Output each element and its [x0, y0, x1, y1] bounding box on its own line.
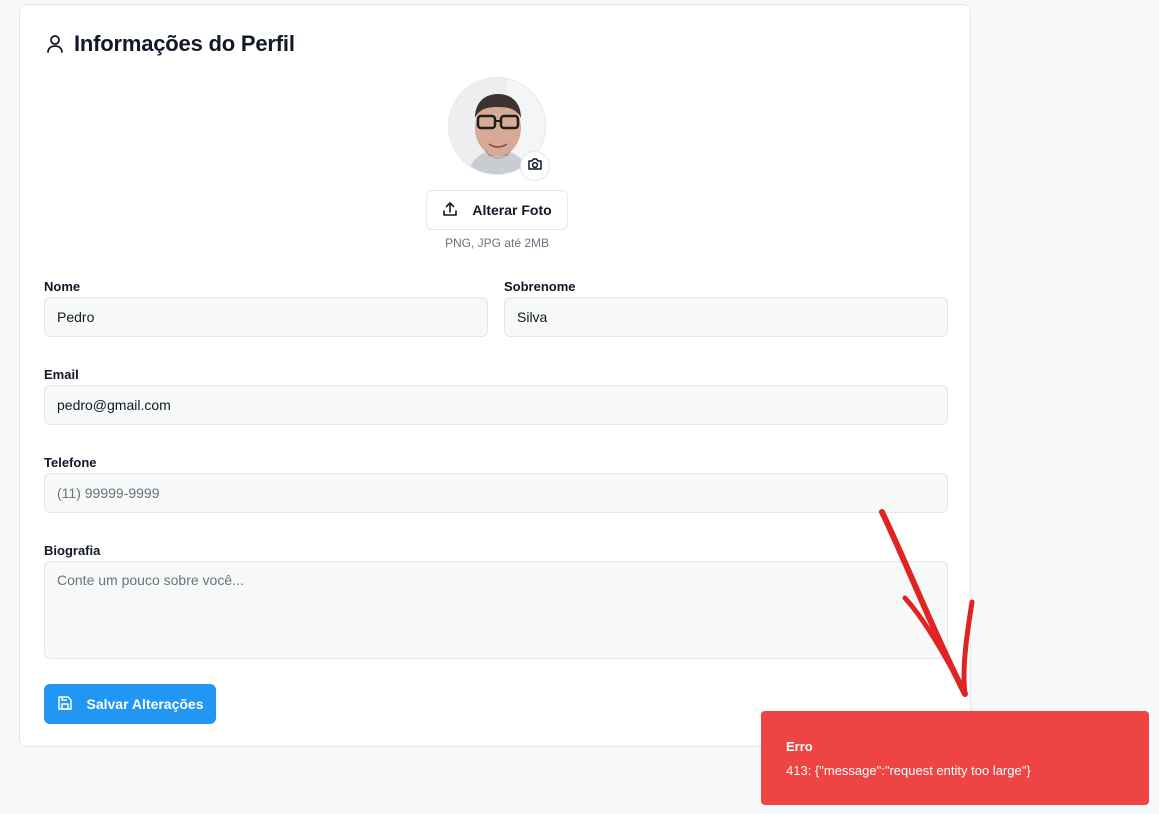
profile-header: Informações do Perfil [46, 31, 295, 57]
last-name-input[interactable] [504, 297, 948, 337]
save-icon [57, 695, 73, 714]
first-name-label: Nome [44, 279, 81, 294]
change-photo-button[interactable]: Alterar Foto [426, 190, 568, 230]
bio-label: Biografia [44, 543, 101, 558]
email-label: Email [44, 367, 79, 382]
toast-title: Erro [786, 739, 813, 754]
first-name-input[interactable] [44, 297, 488, 337]
photo-hint: PNG, JPG até 2MB [444, 236, 550, 250]
save-label: Salvar Alterações [86, 696, 204, 712]
user-icon [46, 34, 64, 54]
save-button[interactable]: Salvar Alterações [44, 684, 216, 724]
upload-icon [442, 201, 458, 220]
email-input[interactable] [44, 385, 948, 425]
change-photo-label: Alterar Foto [472, 202, 552, 218]
camera-button[interactable] [520, 151, 550, 181]
phone-label: Telefone [44, 455, 97, 470]
phone-input[interactable] [44, 473, 948, 513]
toast-message: 413: {"message":"request entity too larg… [786, 763, 1031, 778]
last-name-label: Sobrenome [504, 279, 576, 294]
profile-card: Informações do Perfil Alterar Foto PNG, … [19, 4, 971, 747]
camera-icon [527, 157, 543, 176]
page-title: Informações do Perfil [74, 31, 295, 56]
avatar-container [448, 77, 550, 181]
error-toast[interactable]: Erro 413: {"message":"request entity too… [761, 711, 1149, 805]
bio-textarea[interactable] [44, 561, 948, 659]
